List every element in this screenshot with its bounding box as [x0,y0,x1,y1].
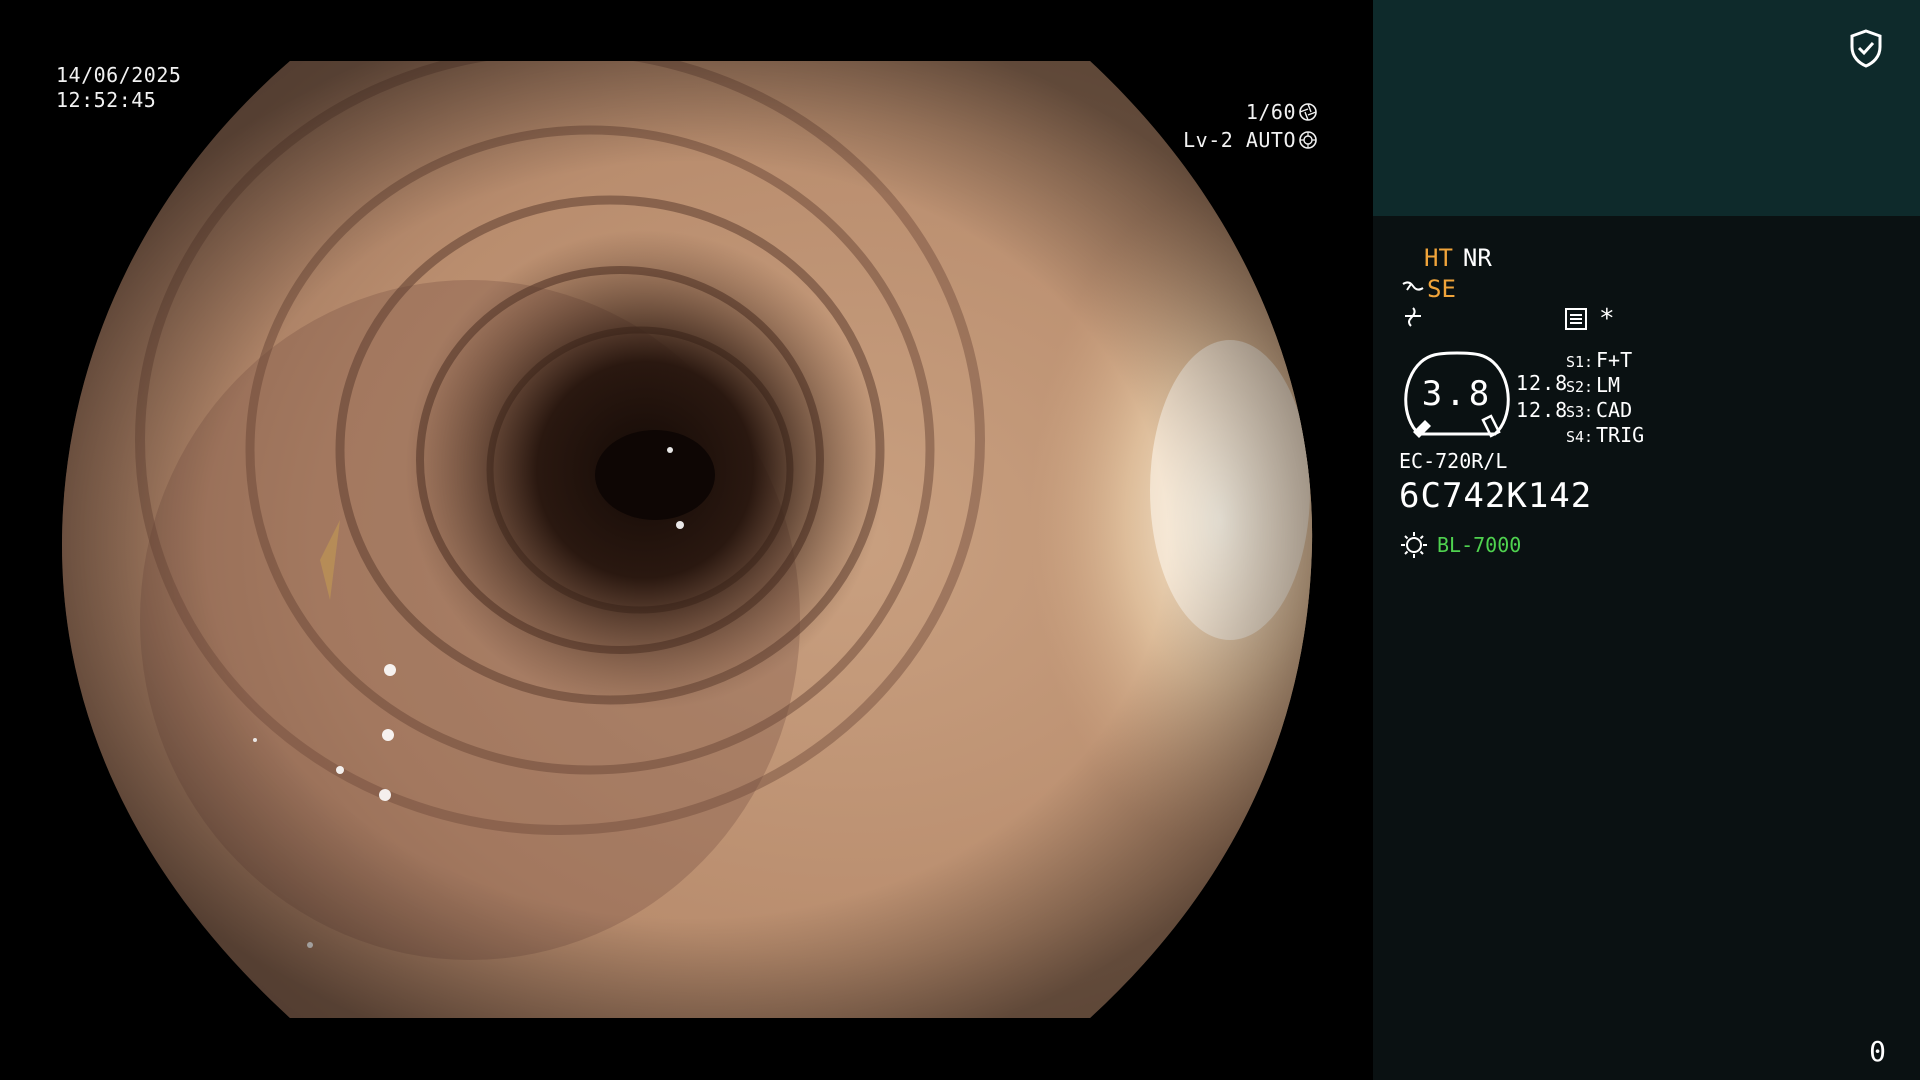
aperture-icon [1299,103,1317,121]
se-label: SE [1427,275,1456,303]
switch-row: S1: F+T [1566,348,1633,372]
switch-assignments: S1: F+T S2: LM S3: CAD S4: TRIG [1566,348,1644,448]
shutter-speed-text: 1/60 [1245,99,1296,124]
structure-enhancement-row: SE [1401,274,1456,304]
brightness-row: Lv-2 AUTO [1183,126,1318,154]
shield-check-icon[interactable] [1848,28,1884,68]
light-source-text: BL-7000 [1437,533,1522,557]
reading-top: 12.8 [1516,371,1569,395]
asterisk-indicator: * [1599,304,1615,334]
panel-header [1373,0,1920,216]
switch-row: S2: LM [1566,373,1621,397]
menu-icon[interactable] [1564,307,1588,331]
enhancement-row: HT NR [1424,243,1492,273]
date-text: 14/06/2025 [56,63,182,87]
ht-label: HT [1424,244,1453,272]
switch-row: S4: TRIG [1566,423,1645,447]
image-counter: 0 [1869,1035,1886,1068]
scope-serial: 6C742K142 [1399,476,1593,516]
time-text: 12:52:45 [56,88,157,112]
endoscope-display: 14/06/2025 12:52:45 1/60 Lv-2 AUTO HT NR… [0,0,1920,1080]
switch-row: S3: CAD [1566,398,1633,422]
nr-label: NR [1462,244,1492,272]
brightness-level-text: Lv-2 AUTO [1183,127,1296,152]
datetime-overlay: 14/06/2025 12:52:45 [56,63,181,113]
shutter-row: 1/60 [1183,98,1318,126]
endoscopic-image [62,61,1313,1018]
flash-row [1401,304,1425,335]
gauge-value: 3.8 [1421,374,1493,414]
info-panel: HT NR SE * 3.8 12.8 12.8 S1: F+T S2: LM … [1373,0,1920,1080]
camera-settings-overlay: 1/60 Lv-2 AUTO [1183,98,1318,154]
reading-bottom: 12.8 [1516,398,1569,422]
iris-icon [1299,131,1317,149]
lamp-icon [1401,532,1427,558]
scope-icon [1402,281,1424,291]
flash-icon [1405,307,1421,327]
light-source-row: BL-7000 [1399,530,1521,560]
endoscopic-view: 14/06/2025 12:52:45 1/60 Lv-2 AUTO [0,0,1373,1080]
scope-model: EC-720R/L [1399,449,1508,473]
